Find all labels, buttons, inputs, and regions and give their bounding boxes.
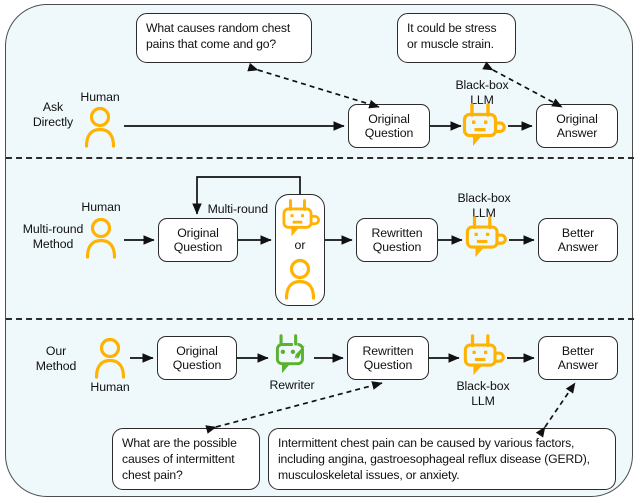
human-icon-or-box xyxy=(282,257,318,300)
robot-icon-row2b xyxy=(463,216,509,260)
row-separator-1 xyxy=(6,157,634,159)
bubble-better-answer-row3: Intermittent chest pain can be caused by… xyxy=(268,428,616,490)
node-line1: Better xyxy=(561,343,595,358)
loop-label-multi-round: Multi-round xyxy=(207,202,269,216)
rewriter-icon xyxy=(270,334,314,376)
node-line1: Original xyxy=(177,225,219,240)
rewriter-label: Rewriter xyxy=(269,378,315,392)
node-line2: Question xyxy=(173,240,223,254)
node-original-question-row1: Original Question xyxy=(348,104,430,148)
llm-label-line1: Black-box xyxy=(455,78,509,92)
row-label-line1: Multi-round xyxy=(22,222,84,236)
node-line2: Answer xyxy=(557,240,599,254)
human-label-row1: Human xyxy=(80,90,120,104)
row-label-our-method: Our Method xyxy=(20,344,92,373)
llm-label-line1: Black-box xyxy=(457,191,511,205)
node-better-answer-row3: Better Answer xyxy=(538,336,618,380)
llm-label-row3: Black-box LLM xyxy=(441,379,525,408)
human-icon-row3 xyxy=(92,336,128,379)
human-label-row2: Human xyxy=(81,200,121,214)
robot-icon-row3 xyxy=(461,334,507,378)
node-line1: Better xyxy=(561,225,595,240)
node-better-answer-row2: Better Answer xyxy=(538,218,618,262)
node-line1: Original xyxy=(556,111,598,126)
row-label-line1: Our xyxy=(45,344,67,358)
robot-icon-row1 xyxy=(460,103,508,149)
or-label: or xyxy=(294,238,306,252)
row-label-line2: Method xyxy=(32,236,74,251)
node-line2: Answer xyxy=(557,358,599,372)
node-rewritten-question-row2: Rewritten Question xyxy=(356,218,438,262)
node-rewritten-question-row3: Rewritten Question xyxy=(347,336,429,380)
llm-label-line2: LLM xyxy=(471,393,495,408)
node-original-answer-row1: Original Answer xyxy=(536,104,618,148)
human-icon-row1 xyxy=(82,105,118,148)
human-icon-row2 xyxy=(83,216,119,259)
node-original-question-row2: Original Question xyxy=(158,218,238,262)
figure-root: What causes random chest pains that come… xyxy=(0,0,640,503)
row-label-ask-directly-text: Ask Directly xyxy=(32,100,74,129)
node-line2: Question xyxy=(363,358,413,372)
node-original-question-row3: Original Question xyxy=(157,336,237,380)
node-line2: Question xyxy=(372,240,422,254)
row-label-line2: Method xyxy=(35,358,77,373)
node-line2: Question xyxy=(172,358,222,372)
node-line2: Answer xyxy=(556,126,598,140)
node-line2: Question xyxy=(364,126,414,140)
node-line1: Rewritten xyxy=(362,343,414,358)
robot-icon-row2 xyxy=(280,198,322,240)
bubble-original-answer: It could be stress or muscle strain. xyxy=(397,13,516,63)
row-separator-2 xyxy=(6,318,634,320)
llm-label-line1: Black-box xyxy=(456,379,510,393)
node-line1: Original xyxy=(368,111,410,126)
node-line1: Original xyxy=(176,343,218,358)
node-line1: Rewritten xyxy=(371,225,423,240)
bubble-original-question: What causes random chest pains that come… xyxy=(136,13,312,63)
human-label-row3: Human xyxy=(90,380,130,394)
bubble-rewritten-question-row3: What are the possible causes of intermit… xyxy=(112,428,260,490)
